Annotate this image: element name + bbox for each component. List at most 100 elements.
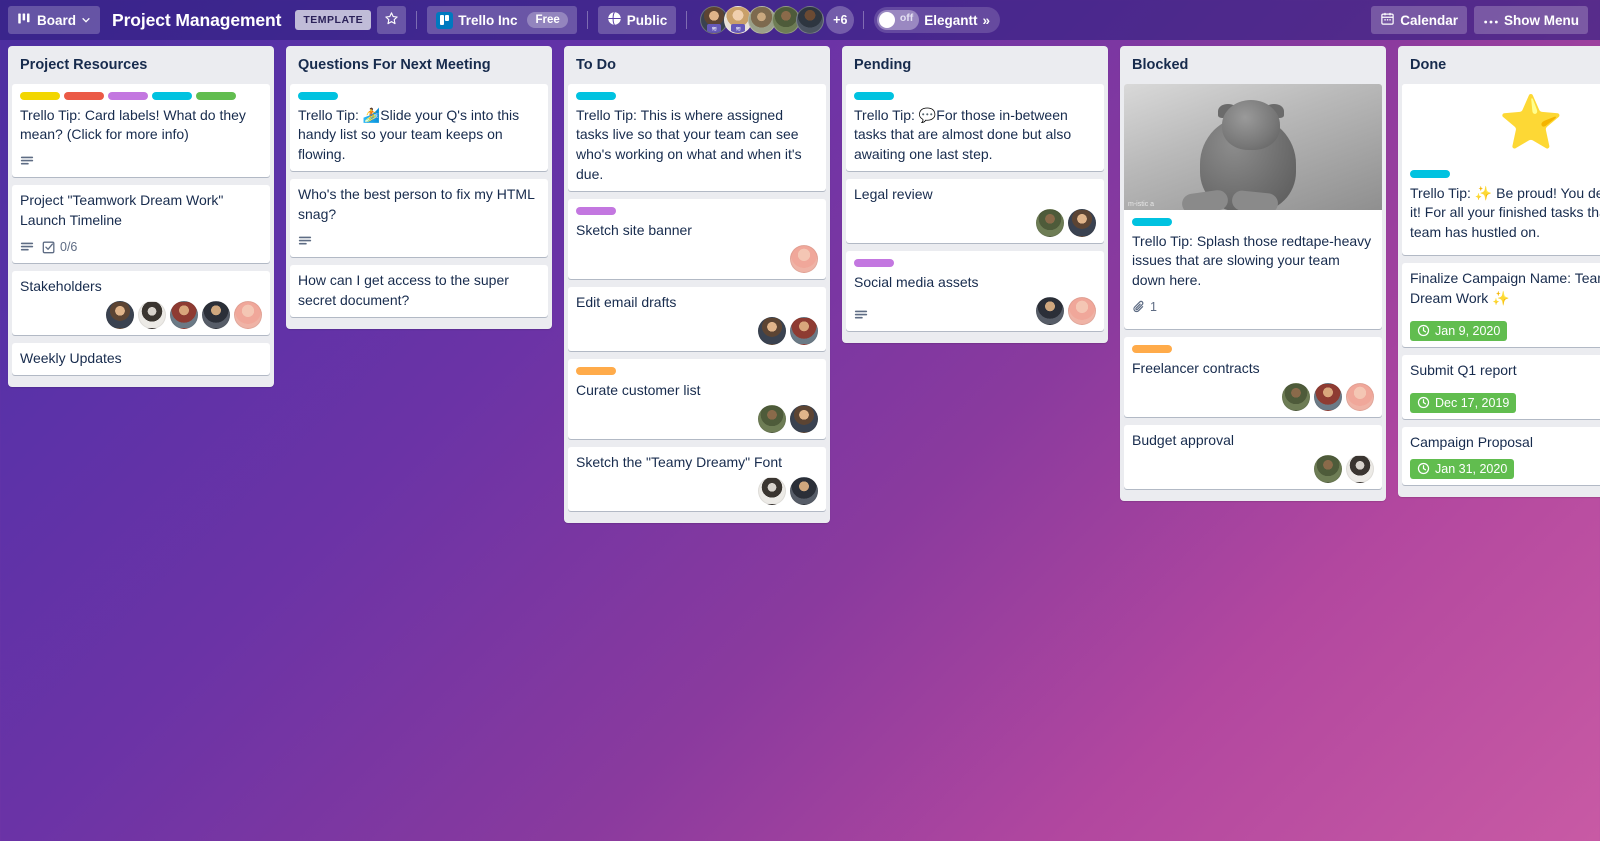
show-menu-button[interactable]: Show Menu	[1474, 6, 1588, 34]
card[interactable]: Freelancer contracts	[1124, 337, 1382, 418]
member-avatar[interactable]	[790, 404, 818, 433]
list-title[interactable]: Questions For Next Meeting	[286, 46, 552, 84]
card[interactable]: m-istic a Trello Tip: Splash those redtap…	[1124, 83, 1382, 330]
card-title: Project "Teamwork Dream Work" Launch Tim…	[20, 192, 224, 229]
card[interactable]: Submit Q1 report Dec 17, 2019	[1402, 354, 1600, 419]
member-avatar[interactable]	[170, 300, 198, 329]
avatar-overflow-count[interactable]: +6	[826, 6, 855, 34]
card-labels[interactable]	[298, 91, 540, 100]
member-avatar[interactable]	[1346, 383, 1374, 412]
card[interactable]: Campaign Proposal Jan 31, 2020	[1402, 426, 1600, 485]
member-avatar[interactable]	[1314, 383, 1342, 412]
due-date-badge[interactable]: Jan 9, 2020	[1410, 320, 1508, 341]
card-title: Curate customer list	[576, 381, 701, 398]
calendar-label: Calendar	[1400, 12, 1458, 28]
member-avatar[interactable]	[138, 300, 166, 329]
card-labels[interactable]	[20, 91, 262, 100]
card-badges: Jan 9, 2020	[1410, 320, 1508, 341]
avatar-badge-icon: ≋	[731, 24, 746, 33]
member-avatar[interactable]	[106, 300, 134, 329]
card[interactable]: Legal review	[846, 179, 1104, 244]
member-avatar[interactable]	[1068, 209, 1096, 238]
card-label[interactable]	[576, 91, 616, 100]
member-avatar[interactable]	[790, 316, 818, 345]
card[interactable]: Social media assets	[846, 251, 1104, 331]
card[interactable]: Trello Tip: 🏄Slide your Q's into this ha…	[290, 83, 548, 172]
list-title[interactable]: Pending	[842, 46, 1108, 84]
card[interactable]: How can I get access to the super secret…	[290, 264, 548, 317]
card[interactable]: Project "Teamwork Dream Work" Launch Tim…	[12, 185, 270, 264]
card-label[interactable]	[1410, 169, 1450, 178]
card-footer	[576, 401, 818, 433]
board-switcher-button[interactable]: Board	[8, 6, 101, 34]
card-label[interactable]	[854, 91, 894, 100]
member-avatar[interactable]	[202, 300, 230, 329]
card[interactable]: Sketch the "Teamy Dreamy" Font	[568, 446, 826, 511]
card-label[interactable]	[152, 91, 192, 100]
elegantt-switch[interactable]: off	[877, 10, 920, 30]
member-avatar[interactable]	[1346, 454, 1374, 483]
card[interactable]: Trello Tip: This is where assigned tasks…	[568, 83, 826, 192]
due-date-label: Jan 31, 2020	[1435, 461, 1508, 476]
card-label[interactable]	[20, 91, 60, 100]
card-labels[interactable]	[1132, 345, 1374, 354]
card[interactable]: Edit email drafts	[568, 286, 826, 351]
card-label[interactable]	[64, 91, 104, 100]
board-members[interactable]: ≋ ≋ +6	[697, 6, 855, 34]
card-label[interactable]	[1132, 217, 1172, 226]
card[interactable]: Budget approval	[1124, 425, 1382, 489]
card-labels[interactable]	[854, 259, 1096, 268]
card[interactable]: Trello Tip: 💬For those in-between tasks …	[846, 83, 1104, 172]
due-date-badge[interactable]: Dec 17, 2019	[1410, 392, 1517, 413]
elegantt-expand-icon[interactable]: »	[983, 13, 991, 28]
card-footer	[576, 473, 818, 505]
card[interactable]: Weekly Updates	[12, 342, 270, 375]
list-title[interactable]: Blocked	[1120, 46, 1386, 84]
card-labels[interactable]	[576, 207, 818, 216]
member-avatar[interactable]	[1314, 454, 1342, 483]
card[interactable]: Who's the best person to fix my HTML sna…	[290, 179, 548, 257]
card-label[interactable]	[1132, 345, 1172, 354]
calendar-button[interactable]: Calendar	[1371, 6, 1467, 34]
member-avatar[interactable]	[1036, 296, 1064, 325]
card-label[interactable]	[576, 366, 616, 375]
star-button[interactable]	[377, 6, 407, 34]
card[interactable]: Stakeholders	[12, 271, 270, 335]
avatar[interactable]	[796, 6, 825, 34]
card-label[interactable]	[854, 259, 894, 268]
due-date-badge[interactable]: Jan 31, 2020	[1410, 458, 1515, 479]
member-avatar[interactable]	[1036, 209, 1064, 238]
card-labels[interactable]	[576, 91, 818, 100]
list-title[interactable]: To Do	[564, 46, 830, 84]
card-label[interactable]	[196, 91, 236, 100]
card-labels[interactable]	[1132, 217, 1374, 226]
card-label[interactable]	[108, 91, 148, 100]
elegantt-toggle[interactable]: off Elegantt »	[874, 7, 1001, 33]
card[interactable]: ⭐ Trello Tip: ✨ Be proud! You deserve it!…	[1402, 83, 1600, 256]
card-label[interactable]	[298, 91, 338, 100]
card-label[interactable]	[576, 207, 616, 216]
member-avatar[interactable]	[758, 316, 786, 345]
member-avatar[interactable]	[758, 404, 786, 433]
card[interactable]: Sketch site banner	[568, 199, 826, 279]
description-icon	[298, 234, 312, 248]
member-avatar[interactable]	[234, 300, 262, 329]
card-labels[interactable]	[1410, 169, 1600, 178]
list-title[interactable]: Project Resources	[8, 46, 274, 84]
member-avatar[interactable]	[790, 476, 818, 505]
visibility-label: Public	[626, 12, 668, 28]
card[interactable]: Curate customer list	[568, 358, 826, 439]
card[interactable]: Trello Tip: Card labels! What do they me…	[12, 83, 270, 178]
visibility-button[interactable]: Public	[597, 6, 677, 34]
card[interactable]: Finalize Campaign Name: Teamwork Dream W…	[1402, 263, 1600, 347]
card-labels[interactable]	[854, 91, 1096, 100]
member-avatar[interactable]	[790, 244, 818, 273]
card-labels[interactable]	[576, 366, 818, 375]
team-button[interactable]: Trello Inc Free	[427, 6, 577, 34]
member-avatar[interactable]	[758, 476, 786, 505]
card-badges: 0/6	[20, 237, 77, 257]
card-members	[1282, 383, 1374, 412]
member-avatar[interactable]	[1282, 383, 1310, 412]
member-avatar[interactable]	[1068, 296, 1096, 325]
list-title[interactable]: Done	[1398, 46, 1600, 84]
